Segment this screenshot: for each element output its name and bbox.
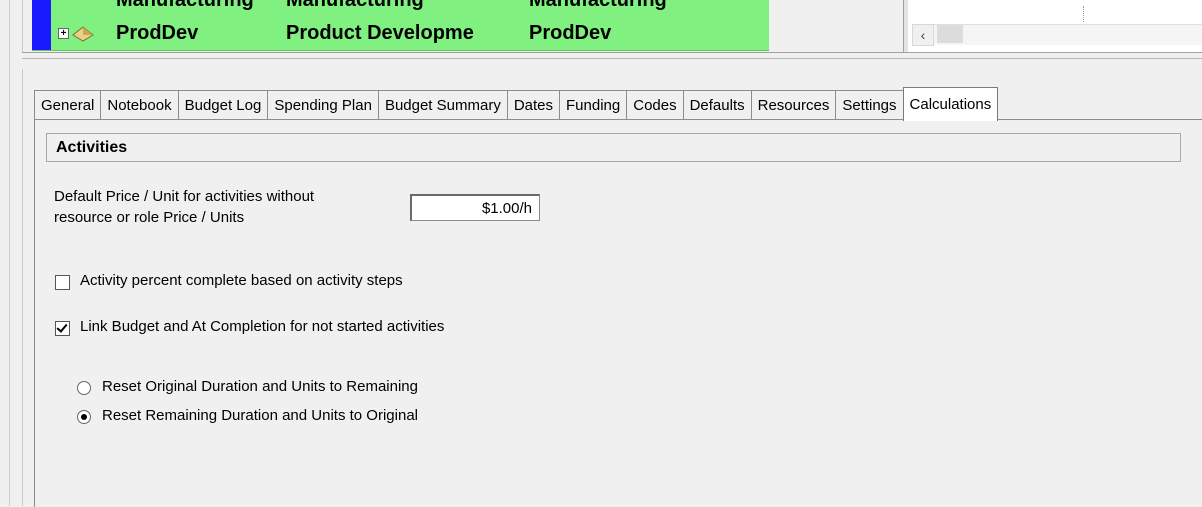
scroll-left-arrow-icon[interactable]: ‹ — [912, 24, 934, 46]
tab-settings[interactable]: Settings — [835, 90, 904, 120]
default-price-label-line2: resource or role Price / Units — [54, 209, 245, 226]
row-code: Manufacturing — [529, 0, 667, 11]
section-title: Activities — [46, 133, 1181, 162]
row-code: ProdDev — [529, 22, 612, 44]
horizontal-scrollbar[interactable] — [934, 24, 1202, 45]
scrollbar-thumb[interactable] — [937, 25, 963, 43]
timescale-divider — [1083, 6, 1085, 22]
default-price-label: Default Price / Unit for activities with… — [54, 186, 384, 228]
link-budget-checkbox[interactable] — [55, 321, 70, 336]
tab-budget-summary[interactable]: Budget Summary — [377, 90, 508, 120]
grid-row[interactable]: + ProdDev Product Developme ProdDev — [51, 21, 769, 46]
tab-spending-plan[interactable]: Spending Plan — [267, 90, 379, 120]
percent-complete-checkbox[interactable] — [55, 275, 70, 290]
tab-defaults[interactable]: Defaults — [682, 90, 752, 120]
tab-general[interactable]: General — [34, 90, 102, 120]
row-name: Manufacturing — [286, 0, 424, 11]
reset-remaining-radio[interactable] — [77, 410, 91, 424]
default-price-input[interactable]: $1.00/h — [410, 194, 540, 221]
tab-calculations[interactable]: Calculations — [902, 87, 999, 121]
left-border — [0, 0, 23, 506]
percent-complete-label[interactable]: Activity percent complete based on activ… — [80, 271, 403, 291]
tab-dates[interactable]: Dates — [506, 90, 561, 120]
link-budget-label[interactable]: Link Budget and At Completion for not st… — [80, 317, 444, 337]
row-id: ProdDev — [116, 22, 199, 44]
reset-original-radio[interactable] — [77, 381, 91, 395]
reset-remaining-label[interactable]: Reset Remaining Duration and Units to Or… — [102, 406, 418, 426]
tab-codes[interactable]: Codes — [626, 90, 684, 120]
reset-original-label[interactable]: Reset Original Duration and Units to Rem… — [102, 377, 418, 397]
tab-funding[interactable]: Funding — [559, 90, 628, 120]
row-name: Product Developme — [286, 22, 474, 44]
details-tabs: General Notebook Budget Log Spending Pla… — [34, 87, 999, 121]
default-price-label-line1: Default Price / Unit for activities with… — [54, 188, 315, 205]
grid-row[interactable]: Manufacturing Manufacturing Manufacturin… — [51, 0, 769, 13]
calculations-panel: Activities Default Price / Unit for acti… — [34, 119, 1202, 507]
tab-notebook[interactable]: Notebook — [100, 90, 179, 120]
tab-budget-log[interactable]: Budget Log — [177, 90, 269, 120]
wbs-diamond-icon — [72, 26, 94, 42]
row-id: Manufacturing — [116, 0, 254, 11]
horizontal-splitter[interactable] — [22, 52, 1202, 69]
row-selector-bar[interactable] — [32, 0, 51, 50]
tab-resources[interactable]: Resources — [750, 90, 837, 120]
expand-icon[interactable]: + — [58, 28, 69, 39]
